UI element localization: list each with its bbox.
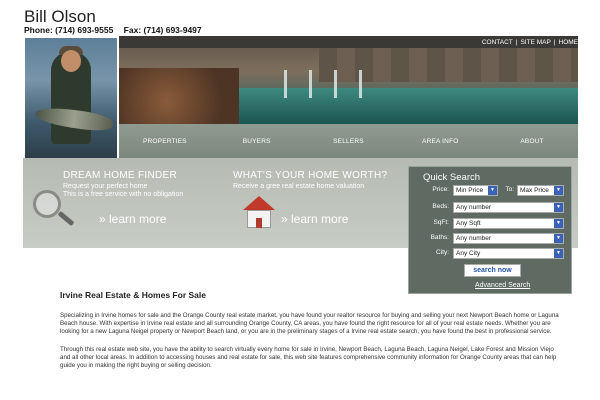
fax-number: Fax: (714) 693-9497 [123, 25, 202, 35]
dropdown-arrow-icon: ▼ [554, 219, 563, 228]
baths-value: Any number [456, 235, 492, 242]
max-price-value: Max Price [520, 187, 549, 194]
baths-row: Baths: Any number ▼ [409, 232, 573, 246]
top-links: CONTACT | SITE MAP | HOME [482, 39, 578, 46]
beds-label: Beds: [432, 203, 449, 210]
dream-home-finder[interactable]: DREAM HOME FINDER Request your perfect h… [23, 158, 213, 248]
dream-title: DREAM HOME FINDER [63, 170, 177, 181]
search-now-button[interactable]: search now [464, 264, 521, 277]
nav-area-info[interactable]: AREA INFO [400, 138, 480, 145]
waterfall [284, 70, 287, 98]
worth-title: WHAT'S YOUR HOME WORTH? [233, 170, 388, 181]
house-door [256, 218, 262, 228]
quick-search-title: Quick Search [423, 172, 481, 183]
magnifier-icon [33, 190, 61, 218]
waterfall [309, 70, 312, 98]
pool-wall [319, 48, 578, 82]
nav-about[interactable]: ABOUT [492, 138, 572, 145]
house-roof [243, 196, 275, 210]
price-label: Price: [432, 186, 449, 193]
hero-banner: PROPERTIES BUYERS SELLERS AREA INFO ABOU… [23, 36, 578, 158]
advanced-search-link[interactable]: Advanced Search [475, 282, 530, 289]
pool-water [239, 88, 578, 124]
waterfall [334, 70, 337, 98]
site-map-link[interactable]: SITE MAP [520, 39, 550, 46]
quick-search-panel: Quick Search Price: Min Price ▼ To: Max … [408, 166, 572, 294]
nav-properties[interactable]: PROPERTIES [125, 138, 205, 145]
max-price-select[interactable]: Max Price ▼ [517, 185, 564, 196]
main-content: Irvine Real Estate & Homes For Sale Spec… [60, 290, 560, 380]
main-nav: PROPERTIES BUYERS SELLERS AREA INFO ABOU… [119, 124, 578, 158]
worth-learn-more[interactable]: » learn more [281, 212, 348, 226]
link-separator: | [553, 39, 556, 46]
magnifier-handle [57, 210, 75, 227]
page-heading: Irvine Real Estate & Homes For Sale [60, 290, 206, 300]
photo-head [61, 50, 81, 72]
contact-info: Phone: (714) 693-9555 Fax: (714) 693-949… [24, 25, 210, 35]
price-row: Price: Min Price ▼ To: Max Price ▼ [409, 184, 573, 198]
house-icon [243, 196, 275, 230]
home-worth[interactable]: WHAT'S YOUR HOME WORTH? Receive a gree r… [213, 158, 408, 248]
sqft-value: Any Sqft [456, 220, 481, 227]
beds-value: Any number [456, 204, 492, 211]
beds-select[interactable]: Any number ▼ [453, 202, 564, 213]
baths-select[interactable]: Any number ▼ [453, 233, 564, 244]
pool-image [119, 48, 578, 124]
dropdown-arrow-icon: ▼ [554, 234, 563, 243]
city-row: City: Any City ▼ [409, 247, 573, 261]
sqft-select[interactable]: Any Sqft ▼ [453, 218, 564, 229]
worth-line1: Receive a gree real estate home valuatio… [233, 183, 365, 190]
sqft-label: SqFt: [433, 219, 449, 226]
city-label: City: [436, 249, 449, 256]
intro-paragraph: Specializing in Irvine homes for sale an… [60, 312, 559, 335]
to-label: To: [505, 186, 514, 193]
phone-number: Phone: (714) 693-9555 [24, 25, 114, 35]
site-header: Bill Olson Phone: (714) 693-9555 Fax: (7… [0, 0, 600, 36]
sqft-row: SqFt: Any Sqft ▼ [409, 217, 573, 231]
pool-rocks [119, 68, 239, 124]
nav-sellers[interactable]: SELLERS [308, 138, 388, 145]
waterfall [359, 70, 362, 98]
nav-buyers[interactable]: BUYERS [217, 138, 297, 145]
city-select[interactable]: Any City ▼ [453, 248, 564, 259]
dream-line2: This is a free service with no obligatio… [63, 191, 184, 198]
dropdown-arrow-icon: ▼ [554, 249, 563, 258]
beds-row: Beds: Any number ▼ [409, 201, 573, 215]
agent-name: Bill Olson [24, 7, 96, 26]
agent-photo [23, 36, 119, 158]
dropdown-arrow-icon: ▼ [554, 186, 563, 195]
city-value: Any City [456, 250, 481, 257]
dropdown-arrow-icon: ▼ [554, 203, 563, 212]
second-paragraph: Through this real estate web site, you h… [60, 346, 557, 369]
home-link[interactable]: HOME [559, 39, 579, 46]
baths-label: Baths: [430, 234, 449, 241]
link-separator: | [515, 39, 518, 46]
contact-link[interactable]: CONTACT [482, 39, 513, 46]
dream-learn-more[interactable]: » learn more [99, 212, 166, 226]
